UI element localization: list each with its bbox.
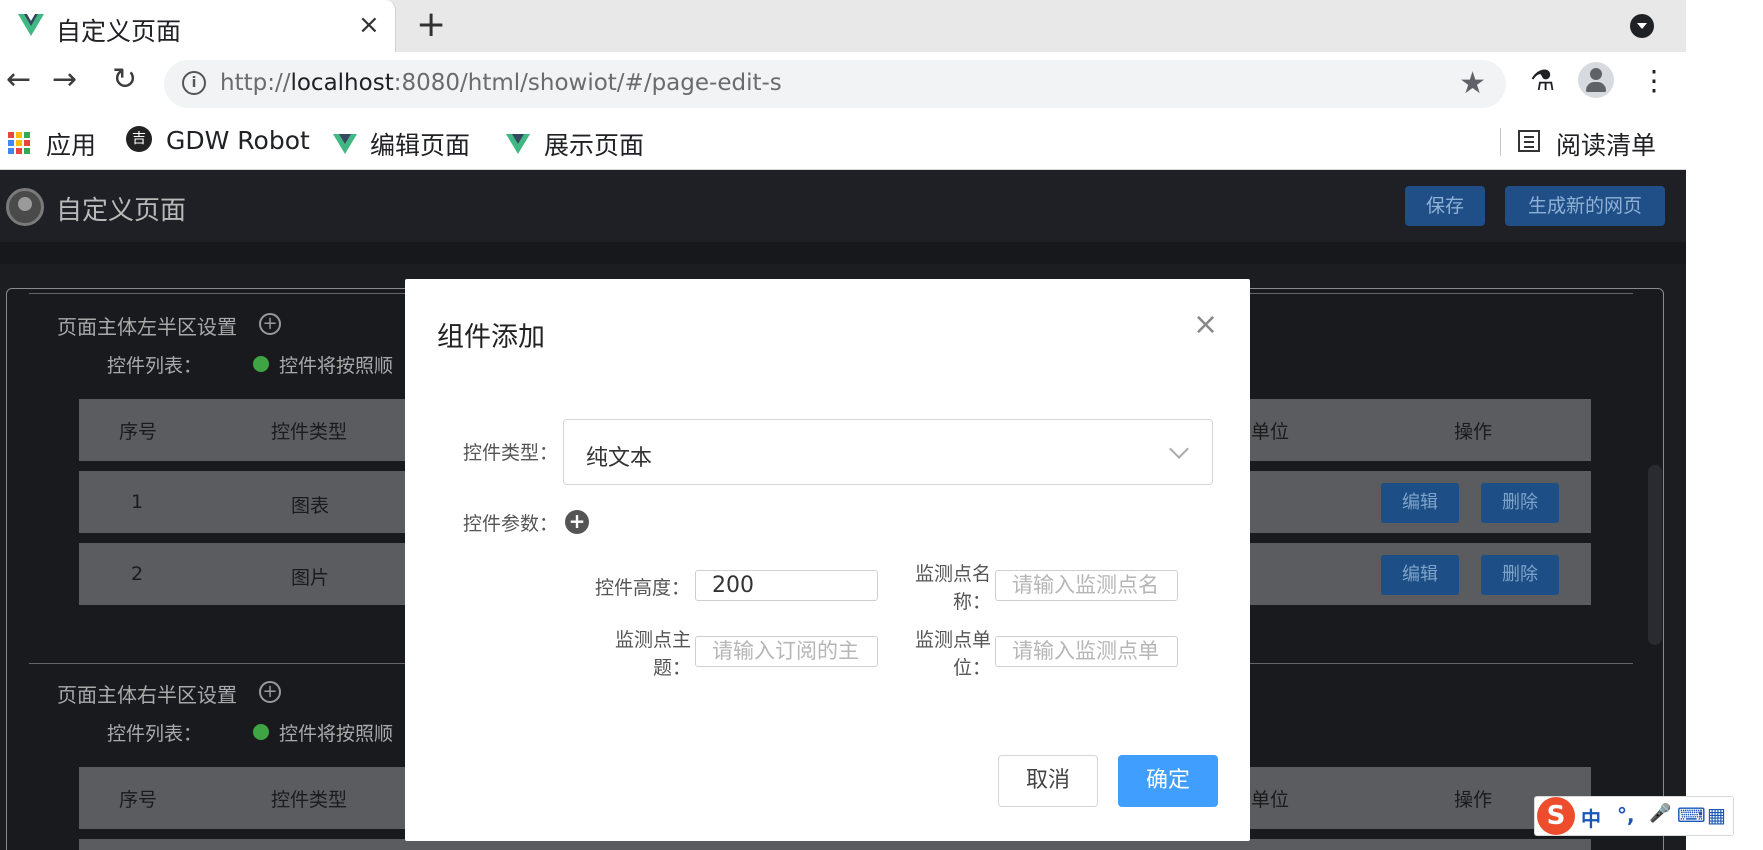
- right-hint-text: 控件将按照顺: [279, 723, 394, 745]
- header-divider-strip: [0, 242, 1686, 264]
- vue-icon: [506, 134, 530, 154]
- topic-label-line2: 题：: [653, 657, 692, 679]
- url-text: http://localhost:8080/html/showiot/#/pag…: [220, 70, 782, 96]
- ime-toolbar: S 中 °, 🎤 ⌨ ▦: [1534, 796, 1734, 836]
- more-menu-icon[interactable]: ⋮: [1640, 64, 1668, 97]
- confirm-button[interactable]: 确定: [1118, 755, 1218, 807]
- reading-list-button[interactable]: 阅读清单: [1556, 126, 1656, 162]
- tab-search-icon[interactable]: [1630, 14, 1654, 38]
- point-name-label-line1: 监测点名: [915, 563, 992, 585]
- edit-button[interactable]: 编辑: [1381, 555, 1459, 595]
- cancel-button[interactable]: 取消: [998, 755, 1098, 807]
- unit-label-line2: 位：: [953, 657, 992, 679]
- row-type: 图表: [291, 495, 330, 517]
- bookmarks-bar: 应用 吉 GDW Robot 编辑页面 展示页面 阅读清单: [0, 116, 1686, 170]
- add-right-control-icon[interactable]: +: [259, 681, 281, 703]
- tab-strip: 自定义页面 × +: [0, 0, 1686, 52]
- add-component-dialog: 组件添加 × 控件类型： 纯文本 控件参数： + 控件高度： 200 监测点名 …: [405, 279, 1250, 841]
- height-label: 控件高度：: [595, 577, 691, 599]
- profile-avatar-icon[interactable]: [1578, 62, 1614, 98]
- reload-icon[interactable]: ↻: [112, 62, 137, 97]
- bookmark-edit-page[interactable]: 编辑页面: [370, 126, 470, 162]
- col-actions: 操作: [1454, 789, 1493, 811]
- app-logo-icon: [6, 188, 44, 226]
- sogou-logo-icon[interactable]: S: [1537, 797, 1575, 835]
- labs-icon[interactable]: ⚗: [1530, 64, 1555, 97]
- left-hint-text: 控件将按照顺: [279, 355, 394, 377]
- page-scrollbar[interactable]: [1648, 465, 1662, 645]
- col-actions: 操作: [1454, 421, 1493, 443]
- site-info-icon[interactable]: i: [182, 71, 206, 95]
- row-type: 图片: [291, 567, 330, 589]
- window-edge: [1686, 170, 1763, 850]
- app-title: 自定义页面: [56, 196, 187, 226]
- left-list-label: 控件列表：: [107, 355, 203, 377]
- back-icon[interactable]: ←: [6, 62, 31, 97]
- col-type: 控件类型: [271, 421, 348, 443]
- unit-label-line1: 监测点单: [915, 629, 992, 651]
- topic-label-line1: 监测点主: [615, 629, 692, 651]
- info-icon: [253, 724, 269, 740]
- url-host: localhost: [290, 70, 394, 96]
- vue-favicon-icon: [18, 14, 44, 36]
- app-header: 自定义页面 保存 生成新的网页: [0, 170, 1686, 242]
- close-icon[interactable]: ×: [1193, 307, 1218, 342]
- bookmark-apps[interactable]: 应用: [46, 126, 96, 162]
- bookmark-view-page[interactable]: 展示页面: [544, 126, 644, 162]
- forward-icon[interactable]: →: [52, 62, 77, 97]
- address-bar[interactable]: i http://localhost:8080/html/showiot/#/p…: [164, 60, 1506, 108]
- ime-punct-icon[interactable]: °,: [1617, 803, 1635, 827]
- vue-icon: [333, 134, 357, 154]
- ime-mode-toggle[interactable]: 中: [1581, 803, 1601, 832]
- right-section-title: 页面主体右半区设置: [57, 683, 237, 707]
- generate-page-button[interactable]: 生成新的网页: [1505, 186, 1665, 226]
- point-name-input[interactable]: 请输入监测点名: [995, 570, 1178, 601]
- save-button[interactable]: 保存: [1405, 186, 1485, 226]
- bookmarks-separator: [1500, 128, 1501, 156]
- col-index: 序号: [119, 421, 158, 443]
- control-type-value: 纯文本: [586, 446, 653, 471]
- microphone-icon[interactable]: 🎤: [1649, 803, 1671, 824]
- right-list-label: 控件列表：: [107, 723, 203, 745]
- row-index: 1: [131, 491, 144, 513]
- robot-icon: 吉: [126, 126, 152, 152]
- tab-title: 自定义页面: [56, 17, 182, 46]
- browser-chrome: 自定义页面 × + ← → ↻ i http://localhost:8080/…: [0, 0, 1686, 170]
- control-type-select[interactable]: 纯文本: [563, 419, 1213, 485]
- screen: 自定义页面 × + ← → ↻ i http://localhost:8080/…: [0, 0, 1763, 850]
- add-param-icon[interactable]: +: [565, 510, 589, 534]
- delete-button[interactable]: 删除: [1481, 483, 1559, 523]
- control-params-label: 控件参数：: [463, 513, 559, 535]
- tab-active[interactable]: 自定义页面 ×: [0, 0, 396, 52]
- col-index: 序号: [119, 789, 158, 811]
- info-icon: [253, 356, 269, 372]
- apps-grid-icon[interactable]: [8, 132, 30, 154]
- add-left-control-icon[interactable]: +: [259, 313, 281, 335]
- col-unit: 单位: [1251, 421, 1290, 443]
- left-section-title: 页面主体左半区设置: [57, 315, 237, 339]
- dialog-title: 组件添加: [437, 322, 545, 353]
- tab-close-icon[interactable]: ×: [358, 10, 380, 40]
- col-unit: 单位: [1251, 789, 1290, 811]
- topic-input[interactable]: 请输入订阅的主: [695, 636, 878, 667]
- reading-list-icon[interactable]: [1518, 130, 1540, 152]
- delete-button[interactable]: 删除: [1481, 555, 1559, 595]
- url-prefix: http://: [220, 70, 291, 96]
- unit-input[interactable]: 请输入监测点单: [995, 636, 1178, 667]
- keyboard-icon[interactable]: ⌨: [1677, 803, 1706, 827]
- browser-toolbar: ← → ↻ i http://localhost:8080/html/showi…: [0, 52, 1686, 116]
- row-index: 2: [131, 563, 144, 585]
- ime-grid-icon[interactable]: ▦: [1707, 803, 1726, 827]
- edit-button[interactable]: 编辑: [1381, 483, 1459, 523]
- col-type: 控件类型: [271, 789, 348, 811]
- height-input[interactable]: 200: [695, 570, 878, 601]
- bookmark-star-icon[interactable]: ★: [1459, 66, 1486, 101]
- control-type-label: 控件类型：: [463, 442, 559, 464]
- url-rest: :8080/html/showiot/#/page-edit-s: [393, 70, 782, 96]
- new-tab-icon[interactable]: +: [416, 4, 446, 45]
- point-name-label-line2: 称：: [953, 591, 992, 613]
- chevron-down-icon: [1169, 439, 1189, 459]
- bookmark-gdw-robot[interactable]: GDW Robot: [166, 126, 310, 155]
